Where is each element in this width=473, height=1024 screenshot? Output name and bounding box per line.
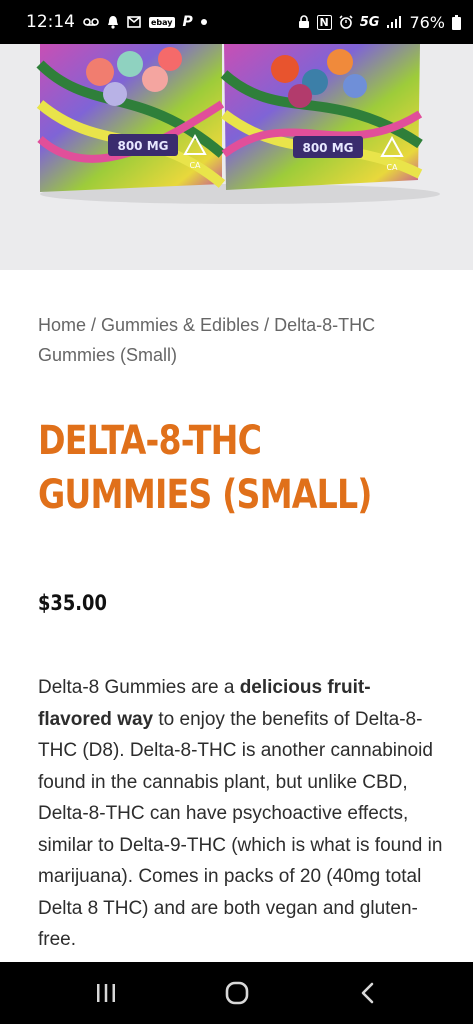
right-package-stamp: CA (386, 163, 398, 172)
status-time: 12:14 (26, 12, 75, 32)
voicemail-icon (83, 17, 99, 27)
recent-apps-icon (96, 984, 115, 1002)
product-title: DELTA-8-THC GUMMIES (SMALL) (38, 418, 372, 518)
battery-icon (452, 14, 461, 30)
breadcrumb: Home / Gummies & Edibles / Delta-8-THC G… (38, 310, 438, 370)
bell-icon (107, 15, 119, 29)
product-price: $35.00 (38, 591, 107, 615)
status-left: 12:14 ebay P (26, 12, 207, 32)
recent-apps-button[interactable] (76, 963, 136, 1023)
back-button[interactable] (338, 963, 398, 1023)
home-icon (225, 981, 248, 1005)
left-package: 800 MG CA (36, 44, 226, 192)
right-package-label: 800 MG (302, 141, 353, 155)
system-navigation-bar (0, 962, 473, 1024)
back-icon (361, 982, 373, 1004)
breadcrumb-separator: / (86, 315, 102, 335)
product-image[interactable]: 800 MG CA 800 MG CA (0, 44, 473, 270)
status-right: N 5G 76% (298, 12, 461, 32)
signal-icon (386, 16, 402, 28)
battery-percent: 76% (409, 12, 445, 32)
left-package-stamp: CA (189, 161, 201, 170)
mail-icon (127, 16, 141, 28)
alarm-icon (339, 15, 353, 29)
breadcrumb-home-link[interactable]: Home (38, 315, 86, 335)
dot-icon (200, 19, 207, 25)
breadcrumb-separator: / (259, 315, 275, 335)
network-type: 5G (359, 14, 380, 30)
product-description: Delta-8 Gummies are a delicious fruit-fl… (38, 672, 443, 956)
description-text: Delta-8 Gummies are a (38, 677, 240, 698)
description-text: to enjoy the benefits of Delta-8-THC (D8… (38, 708, 443, 951)
right-package: 800 MG CA (220, 44, 423, 190)
product-packages-illustration: 800 MG CA 800 MG CA (0, 44, 473, 270)
nfc-icon: N (316, 14, 332, 30)
breadcrumb-category-link[interactable]: Gummies & Edibles (101, 315, 259, 335)
left-package-label: 800 MG (117, 139, 168, 153)
status-bar: 12:14 ebay P N 5G 76% (0, 0, 473, 44)
lock-icon (298, 15, 310, 29)
paypal-icon: P (182, 14, 193, 30)
home-button[interactable] (207, 963, 267, 1023)
ebay-icon: ebay (149, 16, 175, 28)
